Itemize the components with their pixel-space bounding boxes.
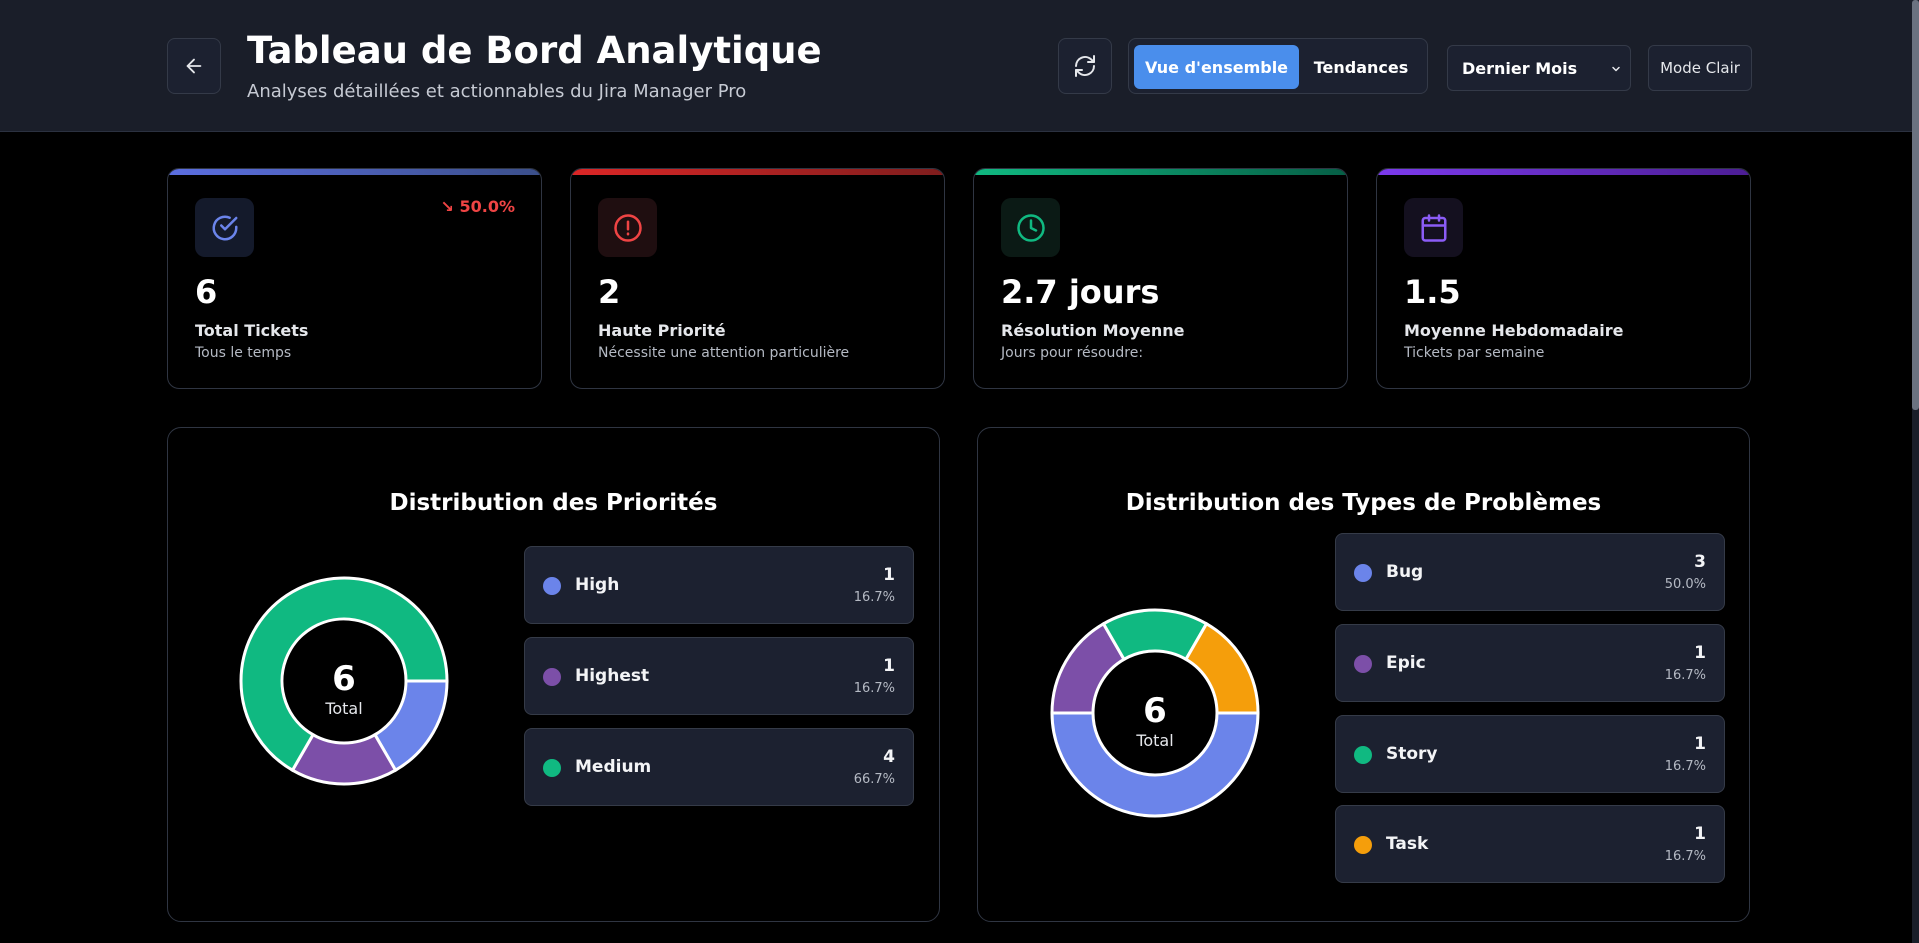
stat-icon-box xyxy=(1001,198,1060,257)
alert-circle-icon xyxy=(613,213,642,242)
legend-label: High xyxy=(575,575,620,595)
top-header: Tableau de Bord Analytique Analyses déta… xyxy=(0,0,1912,132)
card-accent-bar xyxy=(168,169,541,175)
legend-dot xyxy=(543,668,561,686)
legend-count: 1 xyxy=(883,565,895,585)
stat-icon-box xyxy=(598,198,657,257)
arrow-left-icon xyxy=(186,58,202,74)
legend-count: 1 xyxy=(883,656,895,676)
legend-label: Highest xyxy=(575,666,650,686)
tab-overview[interactable]: Vue d'ensemble xyxy=(1134,45,1299,89)
legend-count: 1 xyxy=(1694,824,1706,844)
card-accent-bar xyxy=(1377,169,1750,175)
scrollbar-thumb[interactable] xyxy=(1912,0,1919,410)
stat-card-total-tickets: ↘ 50.0% 6 Total Tickets Tous le temps xyxy=(167,168,542,389)
scrollbar[interactable] xyxy=(1912,0,1919,943)
legend-percent: 16.7% xyxy=(1664,759,1706,774)
stat-label: Total Tickets xyxy=(195,321,309,340)
legend-item-medium[interactable]: Medium 4 66.7% xyxy=(524,728,914,806)
theme-toggle-button[interactable]: Mode Clair xyxy=(1648,45,1752,91)
stat-value: 2 xyxy=(598,273,621,311)
page-subtitle: Analyses détaillées et actionnables du J… xyxy=(247,81,747,102)
donut-center-value: 6 xyxy=(1143,691,1167,731)
view-tabs: Vue d'ensemble Tendances xyxy=(1128,38,1428,94)
page-title: Tableau de Bord Analytique xyxy=(247,29,822,72)
legend-count: 4 xyxy=(883,747,895,767)
clock-icon xyxy=(1016,213,1045,242)
legend-label: Epic xyxy=(1386,653,1426,673)
stat-card-weekly-average: 1.5 Moyenne Hebdomadaire Tickets par sem… xyxy=(1376,168,1751,389)
legend-count: 1 xyxy=(1694,643,1706,663)
legend-label: Bug xyxy=(1386,562,1424,582)
donut-center-value: 6 xyxy=(332,659,356,699)
stat-sublabel: Nécessite une attention particulière xyxy=(598,345,850,361)
legend-label: Task xyxy=(1386,834,1429,854)
chart-title: Distribution des Types de Problèmes xyxy=(1125,490,1602,516)
stat-sublabel: Tickets par semaine xyxy=(1404,345,1545,361)
chevron-down-icon xyxy=(1612,66,1620,72)
legend-dot xyxy=(543,577,561,595)
refresh-icon xyxy=(1075,55,1095,77)
priority-distribution-panel: Distribution des Priorités 6 Total High … xyxy=(167,427,940,922)
stat-card-avg-resolution: 2.7 jours Résolution Moyenne Jours pour … xyxy=(973,168,1348,389)
calendar-icon xyxy=(1421,213,1446,242)
legend-item-epic[interactable]: Epic 1 16.7% xyxy=(1335,624,1725,702)
legend-dot xyxy=(1354,564,1372,582)
stat-value: 2.7 jours xyxy=(1001,273,1160,311)
stat-label: Résolution Moyenne xyxy=(1001,321,1185,340)
legend-item-bug[interactable]: Bug 3 50.0% xyxy=(1335,533,1725,611)
legend-label: Story xyxy=(1386,744,1438,764)
stat-sublabel: Tous le temps xyxy=(195,345,292,361)
legend-percent: 16.7% xyxy=(853,590,895,605)
legend-item-high[interactable]: High 1 16.7% xyxy=(524,546,914,624)
period-select-value: Dernier Mois xyxy=(1462,59,1578,78)
stat-value: 6 xyxy=(195,273,218,311)
legend-item-highest[interactable]: Highest 1 16.7% xyxy=(524,637,914,715)
stat-icon-box xyxy=(1404,198,1463,257)
card-accent-bar xyxy=(571,169,944,175)
legend-dot xyxy=(1354,655,1372,673)
legend-label: Medium xyxy=(575,757,652,777)
period-select[interactable]: Dernier Mois xyxy=(1447,45,1631,91)
donut-center-label: Total xyxy=(324,699,362,718)
legend-dot xyxy=(543,759,561,777)
stat-label: Haute Priorité xyxy=(598,321,726,340)
chart-title: Distribution des Priorités xyxy=(389,490,718,516)
legend-percent: 16.7% xyxy=(1664,668,1706,683)
stat-sublabel: Jours pour résoudre: xyxy=(1001,345,1144,361)
donut-center-label: Total xyxy=(1135,731,1173,750)
issue-type-donut-chart: 6 Total xyxy=(1050,608,1260,818)
legend-item-story[interactable]: Story 1 16.7% xyxy=(1335,715,1725,793)
legend-percent: 16.7% xyxy=(853,681,895,696)
legend-percent: 50.0% xyxy=(1664,577,1706,592)
legend-percent: 16.7% xyxy=(1664,849,1706,864)
legend-dot xyxy=(1354,746,1372,764)
tab-trends[interactable]: Tendances xyxy=(1301,45,1421,89)
stat-card-high-priority: 2 Haute Priorité Nécessite une attention… xyxy=(570,168,945,389)
legend-count: 1 xyxy=(1694,734,1706,754)
legend-percent: 66.7% xyxy=(853,772,895,787)
issue-type-distribution-panel: Distribution des Types de Problèmes 6 To… xyxy=(977,427,1750,922)
card-accent-bar xyxy=(974,169,1347,175)
back-button[interactable] xyxy=(167,38,221,94)
stat-label: Moyenne Hebdomadaire xyxy=(1404,321,1624,340)
legend-dot xyxy=(1354,836,1372,854)
stat-icon-box xyxy=(195,198,254,257)
trend-indicator: ↘ 50.0% xyxy=(440,197,515,216)
priority-donut-chart: 6 Total xyxy=(239,576,449,786)
refresh-button[interactable] xyxy=(1058,38,1112,94)
stat-value: 1.5 xyxy=(1404,273,1461,311)
check-circle-icon xyxy=(212,215,237,240)
legend-item-task[interactable]: Task 1 16.7% xyxy=(1335,805,1725,883)
legend-count: 3 xyxy=(1694,552,1706,572)
